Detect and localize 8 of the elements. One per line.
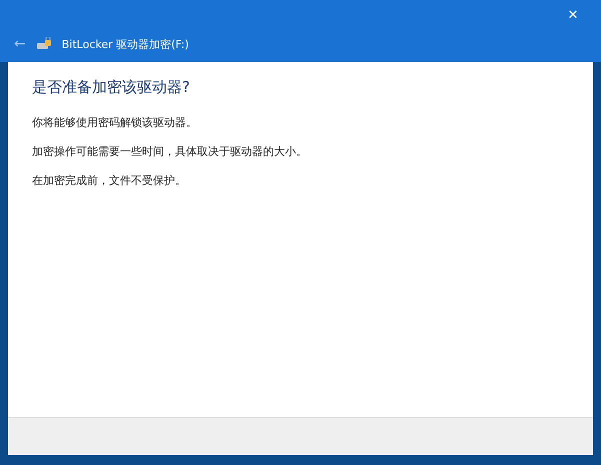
back-button[interactable]: ← [14, 36, 26, 52]
paragraph: 在加密完成前，文件不受保护。 [32, 173, 187, 188]
paragraph: 你将能够使用密码解锁该驱动器。 [32, 115, 198, 130]
window-title: BitLocker 驱动器加密(F:) [62, 36, 189, 52]
close-button[interactable]: ✕ [553, 0, 593, 30]
paragraph: 加密操作可能需要一些时间，具体取决于驱动器的大小。 [32, 144, 308, 159]
heading: 是否准备加密该驱动器? [32, 78, 191, 97]
drive-lock-icon [36, 37, 52, 51]
